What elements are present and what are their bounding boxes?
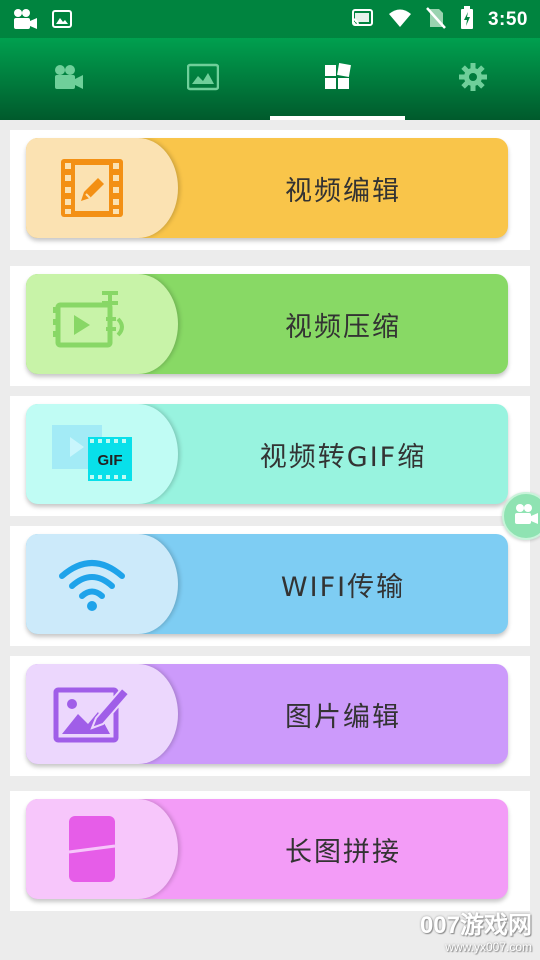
list-item-video-to-gif: GIF 视频转GIF缩 — [10, 396, 530, 516]
battery-charging-icon — [460, 6, 474, 34]
watermark-brand: 007游戏网 — [419, 912, 532, 939]
tab-video[interactable] — [0, 38, 135, 120]
settings-gear-icon — [458, 62, 488, 96]
list-item-video-edit: 视频编辑 — [10, 130, 530, 250]
long-image-stitch-label: 长图拼接 — [285, 836, 401, 868]
tab-indicator — [405, 116, 540, 120]
wifi-transfer-label: WIFI传输 — [280, 571, 406, 603]
grid-apps-icon — [324, 63, 352, 95]
list-item-image-edit: 图片编辑 — [10, 656, 530, 776]
video-compress-label: 视频压缩 — [285, 311, 401, 343]
wifi-transfer-icon — [26, 534, 178, 634]
wifi-transfer-button[interactable]: WIFI传输 — [26, 534, 508, 634]
list-item-long-image-stitch: 长图拼接 — [10, 791, 530, 911]
tab-tools[interactable] — [270, 38, 405, 120]
video-edit-label: 视频编辑 — [285, 175, 401, 207]
cast-icon — [350, 8, 374, 32]
status-bar: 3:50 — [0, 0, 540, 38]
wifi-icon — [388, 8, 412, 32]
video-to-gif-button[interactable]: GIF 视频转GIF缩 — [26, 404, 508, 504]
picture-icon — [186, 63, 219, 95]
gif-badge-text: GIF — [98, 452, 123, 469]
watermark-url: www.yx007.com — [445, 940, 532, 954]
video-edit-icon — [26, 138, 178, 238]
list-item-wifi-transfer: WIFI传输 — [10, 526, 530, 646]
video-camera-icon — [12, 7, 38, 35]
image-icon — [52, 9, 72, 33]
video-compress-button[interactable]: 视频压缩 — [26, 274, 508, 374]
tab-settings[interactable] — [405, 38, 540, 120]
video-to-gif-label: 视频转GIF缩 — [259, 441, 427, 473]
list-item-video-compress: 视频压缩 — [10, 266, 530, 386]
tab-picture[interactable] — [135, 38, 270, 120]
video-compress-icon — [26, 274, 178, 374]
image-edit-label: 图片编辑 — [285, 701, 401, 733]
long-image-stitch-icon — [26, 799, 178, 899]
tab-indicator — [0, 116, 135, 120]
video-camera-icon — [52, 63, 84, 95]
tab-indicator-active — [270, 116, 405, 120]
long-image-stitch-button[interactable]: 长图拼接 — [26, 799, 508, 899]
tab-bar — [0, 38, 540, 120]
tab-indicator — [135, 116, 270, 120]
status-left-icons — [12, 7, 72, 35]
status-right-icons: 3:50 — [350, 6, 528, 34]
video-camera-icon — [512, 502, 540, 530]
image-edit-button[interactable]: 图片编辑 — [26, 664, 508, 764]
image-edit-icon — [26, 664, 178, 764]
video-to-gif-icon: GIF — [26, 404, 178, 504]
status-time: 3:50 — [487, 9, 528, 30]
no-sim-icon — [426, 7, 446, 33]
watermark: 007游戏网 www.yx007.com — [420, 905, 532, 954]
video-edit-button[interactable]: 视频编辑 — [26, 138, 508, 238]
